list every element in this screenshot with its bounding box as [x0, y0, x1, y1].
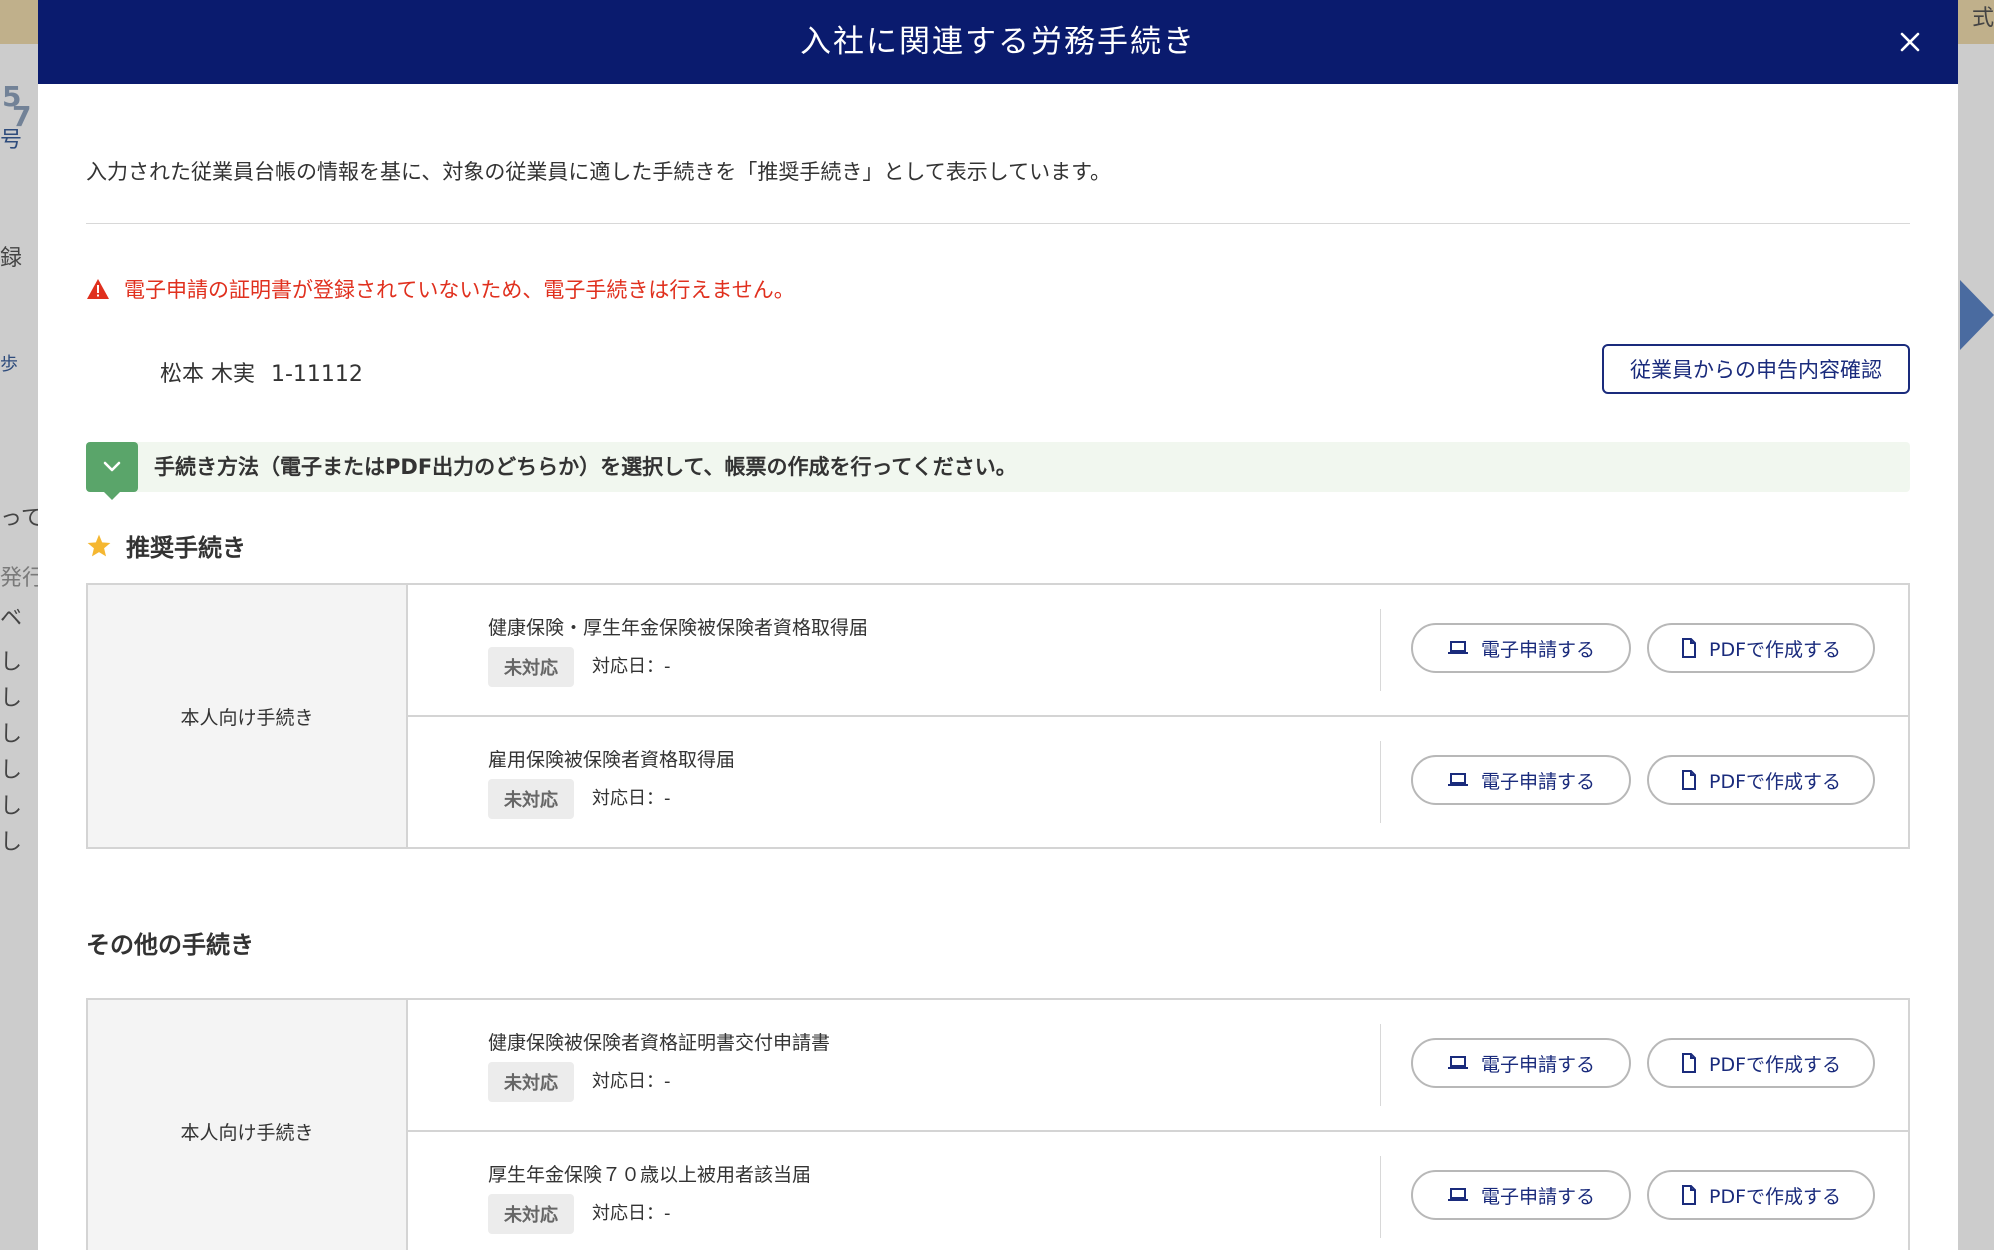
electronic-apply-button[interactable]: 電子申請する — [1411, 1038, 1631, 1088]
recommended-section-title: 推奨手続き — [86, 528, 1910, 563]
divider — [1380, 1156, 1381, 1238]
instruction-banner: 手続き方法（電子またはPDF出力のどちらか）を選択して、帳票の作成を行ってくださ… — [86, 442, 1910, 500]
category-cell: 本人向け手続き — [88, 1000, 408, 1250]
document-icon — [1681, 638, 1696, 658]
status-badge: 未対応 — [488, 779, 574, 819]
recommended-procedures-table: 本人向け手続き 健康保険・厚生年金保険被保険者資格取得届 未対応 対応日：- 電… — [86, 583, 1910, 849]
procedure-row: 雇用保険被保険者資格取得届 未対応 対応日：- 電子申請する PDFで作成する — [408, 717, 1908, 847]
electronic-apply-label: 電子申請する — [1480, 1185, 1595, 1208]
electronic-apply-label: 電子申請する — [1480, 770, 1595, 793]
divider — [1380, 609, 1381, 691]
employee-id: 1-11112 — [271, 362, 363, 387]
handled-date: 対応日：- — [592, 656, 671, 677]
procedure-name: 健康保険・厚生年金保険被保険者資格取得届 — [488, 617, 869, 639]
warning-icon — [87, 279, 109, 299]
intro-text: 入力された従業員台帳の情報を基に、対象の従業員に適した手続きを「推奨手続き」とし… — [86, 160, 1112, 184]
divider — [1380, 741, 1381, 823]
modal-title: 入社に関連する労務手続き — [800, 24, 1196, 60]
declaration-confirm-button[interactable]: 従業員からの申告内容確認 — [1602, 344, 1910, 394]
divider — [1380, 1024, 1381, 1106]
pdf-create-label: PDFで作成する — [1708, 1185, 1842, 1208]
procedure-name: 厚生年金保険７０歳以上被用者該当届 — [488, 1164, 812, 1186]
recommended-title-text: 推奨手続き — [126, 534, 246, 562]
pdf-create-label: PDFで作成する — [1708, 770, 1842, 793]
modal-header: 入社に関連する労務手続き — [38, 0, 1958, 84]
electronic-apply-button[interactable]: 電子申請する — [1411, 755, 1631, 805]
modal-content: 入力された従業員台帳の情報を基に、対象の従業員に適した手続きを「推奨手続き」とし… — [86, 84, 1910, 1250]
electronic-apply-button[interactable]: 電子申請する — [1411, 623, 1631, 673]
status-badge: 未対応 — [488, 1062, 574, 1102]
handled-date: 対応日：- — [592, 788, 671, 809]
divider — [86, 223, 1910, 224]
pdf-create-button[interactable]: PDFで作成する — [1647, 623, 1875, 673]
certificate-warning: 電子申請の証明書が登録されていないため、電子手続きは行えません。 — [86, 274, 1910, 304]
star-icon — [87, 534, 111, 556]
status-badge: 未対応 — [488, 1194, 574, 1234]
electronic-apply-button[interactable]: 電子申請する — [1411, 1170, 1631, 1220]
procedure-row: 健康保険・厚生年金保険被保険者資格取得届 未対応 対応日：- 電子申請する PD… — [408, 585, 1908, 717]
procedures-modal: 入社に関連する労務手続き 入力された従業員台帳の情報を基に、対象の従業員に適した… — [38, 0, 1958, 1250]
handled-date: 対応日：- — [592, 1203, 671, 1224]
handled-date: 対応日：- — [592, 1071, 671, 1092]
laptop-icon — [1447, 1188, 1468, 1201]
procedure-name: 雇用保険被保険者資格取得届 — [488, 749, 736, 771]
employee-name: 松本 木実 — [160, 362, 255, 387]
other-section-title: その他の手続き — [86, 931, 254, 959]
category-cell: 本人向け手続き — [88, 585, 408, 847]
pdf-create-label: PDFで作成する — [1708, 638, 1842, 661]
laptop-icon — [1447, 773, 1468, 786]
laptop-icon — [1447, 641, 1468, 654]
document-icon — [1681, 1053, 1696, 1073]
status-badge: 未対応 — [488, 647, 574, 687]
instruction-tag — [86, 442, 138, 500]
close-icon — [1900, 32, 1920, 52]
pdf-create-button[interactable]: PDFで作成する — [1647, 1038, 1875, 1088]
procedure-name: 健康保険被保険者資格証明書交付申請書 — [488, 1032, 831, 1054]
other-procedures-table: 本人向け手続き 健康保険被保険者資格証明書交付申請書 未対応 対応日：- 電子申… — [86, 998, 1910, 1250]
laptop-icon — [1447, 1056, 1468, 1069]
procedure-row: 厚生年金保険７０歳以上被用者該当届 未対応 対応日：- 電子申請する PDFで作… — [408, 1132, 1908, 1250]
procedure-row: 健康保険被保険者資格証明書交付申請書 未対応 対応日：- 電子申請する PDFで… — [408, 1000, 1908, 1132]
chevron-down-icon — [103, 461, 121, 472]
document-icon — [1681, 770, 1696, 790]
pdf-create-button[interactable]: PDFで作成する — [1647, 1170, 1875, 1220]
warning-text: 電子申請の証明書が登録されていないため、電子手続きは行えません。 — [124, 278, 795, 302]
pdf-create-button[interactable]: PDFで作成する — [1647, 755, 1875, 805]
employee-row: 松本 木実 1-11112 従業員からの申告内容確認 — [86, 344, 1910, 402]
close-button[interactable] — [1890, 22, 1930, 62]
document-icon — [1681, 1185, 1696, 1205]
pdf-create-label: PDFで作成する — [1708, 1053, 1842, 1076]
employee-info: 松本 木実 1-11112 — [160, 356, 363, 388]
instruction-text: 手続き方法（電子またはPDF出力のどちらか）を選択して、帳票の作成を行ってくださ… — [154, 455, 1017, 479]
electronic-apply-label: 電子申請する — [1480, 1053, 1595, 1076]
electronic-apply-label: 電子申請する — [1480, 638, 1595, 661]
